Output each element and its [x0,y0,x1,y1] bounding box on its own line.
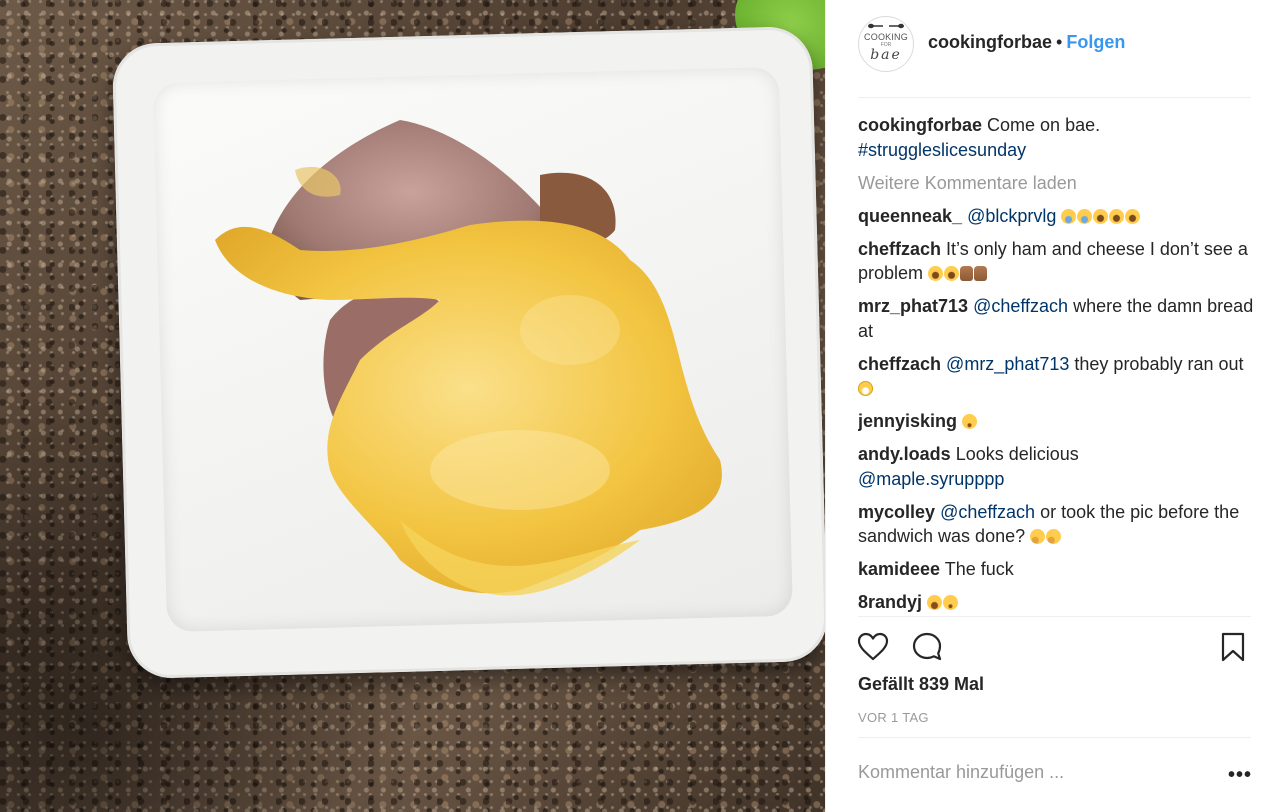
avatar-text-cooking: COOKING [864,32,908,42]
caption-hashtag[interactable]: #struggleslicesunday [858,140,1026,160]
speech-bubble-icon[interactable] [910,630,944,664]
comment-username[interactable]: mrz_phat713 [858,296,968,316]
follow-button[interactable]: Folgen [1066,32,1125,52]
sob-emoji-icon [1077,208,1093,224]
comment-item: mycolley @cheffzach or took the pic befo… [858,500,1258,549]
heart-icon[interactable] [856,630,890,664]
thumbs-up-emoji-icon [960,266,974,281]
post-timestamp: VOR 1 TAG [858,710,929,725]
comment-item: kamideee The fuck [858,557,1258,582]
joy-emoji-icon [1093,208,1109,224]
comment-item: jennyisking [858,409,1258,434]
avatar-text-bae: bae [870,47,902,63]
ham-and-cheese-food [215,120,722,596]
likes-count[interactable]: Gefällt 839 Mal [858,674,984,695]
divider [858,616,1251,617]
header-separator: • [1056,32,1063,52]
comment-username[interactable]: cheffzach [858,239,941,259]
comment-mention[interactable]: @cheffzach [973,296,1068,316]
comment-username[interactable]: andy.loads [858,444,951,464]
comment-username[interactable]: queenneak_ [858,206,962,226]
header-text: cookingforbae • Folgen [928,32,1125,53]
more-options-button[interactable]: ••• [1228,764,1252,787]
caption: cookingforbae Come on bae. #struggleslic… [858,113,1258,162]
comment-item: queenneak_ @blckprvlg [858,204,1258,229]
thinking-emoji-icon [1030,529,1046,544]
comment-item: andy.loads Looks delicious @maple.syrupp… [858,442,1258,491]
thumbs-up-emoji-icon [974,266,988,281]
comment-text: Looks delicious [955,444,1079,464]
comment-username[interactable]: mycolley [858,502,935,522]
post-header: COOKING FOR bae cookingforbae • Folgen [858,16,1251,98]
comment-item: cheffzach @mrz_phat713 they probably ran… [858,352,1258,401]
joy-emoji-icon [944,266,960,281]
comment-input[interactable]: Kommentar hinzufügen ... [858,762,1064,783]
action-bar [856,628,1251,668]
comment-item: 8randyj [858,590,1258,615]
comment-mention[interactable]: @cheffzach [940,502,1035,522]
caption-username[interactable]: cookingforbae [858,115,982,135]
comments-list: cookingforbae Come on bae. #struggleslic… [858,113,1258,616]
comment-username[interactable]: kamideee [858,559,940,579]
whisk-icon [868,23,904,29]
comment-username[interactable]: cheffzach [858,354,941,374]
joy-emoji-icon [1109,208,1125,224]
header-username[interactable]: cookingforbae [928,32,1052,52]
joy-emoji-icon [1125,208,1141,224]
comment-username[interactable]: 8randyj [858,592,922,612]
comment-username[interactable]: jennyisking [858,411,957,431]
caption-text: Come on bae. [987,115,1101,135]
post-photo[interactable] [0,0,825,812]
divider [858,737,1251,738]
comment-mention[interactable]: @mrz_phat713 [946,354,1069,374]
grin-sweat-emoji-icon [858,381,873,396]
bookmark-icon[interactable] [1216,630,1250,664]
comment-mention[interactable]: @maple.syrupppp [858,469,1004,489]
comment-text: they probably ran out [1074,353,1244,374]
avatar[interactable]: COOKING FOR bae [858,16,914,72]
tired-emoji-icon [927,595,943,610]
unamused-emoji-icon [943,595,959,610]
sob-emoji-icon [1061,208,1077,224]
comment-item: mrz_phat713 @cheffzach where the damn br… [858,294,1258,343]
comment-mention[interactable]: @blckprvlg [967,206,1056,226]
joy-emoji-icon [928,266,944,281]
thinking-emoji-icon [1046,529,1062,544]
unamused-emoji-icon [962,414,978,429]
post-sidebar: COOKING FOR bae cookingforbae • Folgen coo… [825,0,1280,812]
instagram-post: COOKING FOR bae cookingforbae • Folgen coo… [0,0,1280,812]
comment-text: The fuck [944,559,1014,579]
load-more-comments-button[interactable]: Weitere Kommentare laden [858,171,1258,196]
comment-item: cheffzach It’s only ham and cheese I don… [858,237,1258,286]
